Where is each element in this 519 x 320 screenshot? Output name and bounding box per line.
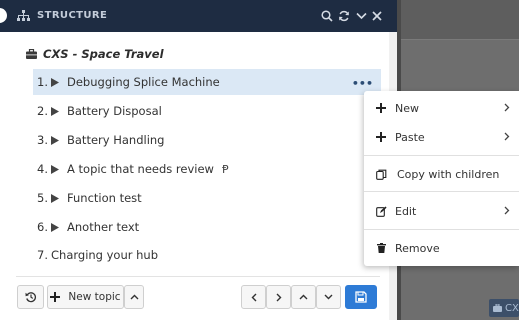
move-down-button[interactable] <box>316 285 341 309</box>
save-icon <box>355 291 367 303</box>
tree-root-label: CXS - Space Travel <box>43 47 164 61</box>
copy-icon <box>375 168 387 180</box>
footer-divider <box>16 276 380 277</box>
plus-icon <box>375 102 387 114</box>
chevron-up-icon <box>130 294 138 300</box>
background-chip-label: CX <box>505 302 519 314</box>
more-actions-icon[interactable]: ••• <box>352 77 373 90</box>
menu-item-paste[interactable]: Paste <box>364 124 519 150</box>
expand-arrow-icon[interactable] <box>51 135 63 145</box>
chevron-down-icon <box>355 12 367 20</box>
avatar[interactable] <box>0 8 7 23</box>
review-status-icon: Ᵽ <box>221 162 229 176</box>
tree-item-4[interactable]: 4. A topic that needs review Ᵽ <box>33 156 381 182</box>
panel-title: STRUCTURE <box>37 10 108 21</box>
refresh-button[interactable] <box>336 8 352 24</box>
tree-item-label: Charging your hub <box>51 248 159 262</box>
refresh-icon <box>339 10 349 22</box>
menu-item-label: Paste <box>395 130 425 144</box>
context-menu: New Paste Copy with children Edit Remove <box>364 91 519 266</box>
menu-divider <box>364 229 519 230</box>
menu-item-new[interactable]: New <box>364 95 519 121</box>
expand-arrow-icon[interactable] <box>51 77 63 87</box>
chevron-left-icon <box>251 293 256 301</box>
menu-item-label: New <box>395 101 419 115</box>
plus-icon <box>50 292 61 302</box>
search-icon <box>321 10 333 22</box>
tree-item-number: 4. <box>37 162 48 176</box>
tree-item-number: 5. <box>37 191 48 205</box>
chevron-up-icon <box>299 294 308 300</box>
menu-item-remove[interactable]: Remove <box>364 235 519 261</box>
tree-item-label: Battery Handling <box>67 133 165 147</box>
chevron-right-icon <box>504 103 510 112</box>
briefcase-icon <box>493 304 502 312</box>
menu-divider <box>364 155 519 156</box>
tree-item-number: 1. <box>37 75 48 89</box>
history-icon <box>25 292 36 303</box>
background-topbar <box>397 0 519 40</box>
move-up-button[interactable] <box>291 285 316 309</box>
menu-divider <box>364 191 519 192</box>
collapse-button[interactable] <box>353 8 369 24</box>
tree-item-6[interactable]: 6. Another text <box>33 214 381 240</box>
sitemap-icon <box>17 10 30 21</box>
close-button[interactable] <box>369 8 385 24</box>
expand-arrow-icon[interactable] <box>51 193 63 203</box>
tree-item-label: A topic that needs review <box>67 162 214 176</box>
chevron-right-icon <box>276 293 281 301</box>
tree-item-number: 6. <box>37 220 48 234</box>
move-right-button[interactable] <box>266 285 291 309</box>
tree-item-5[interactable]: 5. Function test <box>33 185 381 211</box>
chevron-right-icon <box>504 206 510 215</box>
chevron-right-icon <box>504 132 510 141</box>
new-topic-label: New topic <box>68 291 121 303</box>
expand-arrow-icon[interactable] <box>51 164 63 174</box>
menu-item-label: Edit <box>395 204 417 218</box>
tree-item-number: 2. <box>37 104 48 118</box>
tree-item-label: Debugging Splice Machine <box>67 75 220 89</box>
close-icon <box>372 11 382 21</box>
tree-item-number: 7. <box>37 248 48 262</box>
chevron-down-icon <box>324 294 333 300</box>
move-left-button[interactable] <box>241 285 266 309</box>
trash-icon <box>375 242 387 254</box>
tree-item-label: Function test <box>67 191 142 205</box>
tree-item-7[interactable]: 7. Charging your hub <box>33 242 381 268</box>
expand-arrow-icon[interactable] <box>51 106 63 116</box>
save-button[interactable] <box>345 285 377 309</box>
panel-header: STRUCTURE <box>0 0 397 32</box>
new-topic-button[interactable]: New topic <box>47 285 124 309</box>
menu-item-copy-with-children[interactable]: Copy with children <box>364 161 519 187</box>
new-topic-options-button[interactable] <box>124 285 144 309</box>
menu-item-label: Remove <box>395 241 440 255</box>
plus-icon <box>375 131 387 143</box>
tree-item-label: Another text <box>67 220 140 234</box>
tree-item-3[interactable]: 3. Battery Handling <box>33 127 381 153</box>
menu-item-label: Copy with children <box>397 167 500 181</box>
edit-icon <box>375 205 387 217</box>
tree-item-number: 3. <box>37 133 48 147</box>
tree-root[interactable]: CXS - Space Travel <box>26 47 164 61</box>
tree-item-2[interactable]: 2. Battery Disposal <box>33 98 381 124</box>
search-button[interactable] <box>319 8 335 24</box>
menu-item-edit[interactable]: Edit <box>364 198 519 224</box>
background-chip: CX <box>489 299 519 317</box>
briefcase-icon <box>26 49 37 59</box>
history-button[interactable] <box>17 285 44 309</box>
tree-item-1[interactable]: 1. Debugging Splice Machine ••• <box>33 69 381 95</box>
expand-arrow-icon[interactable] <box>51 222 63 232</box>
tree-item-label: Battery Disposal <box>67 104 162 118</box>
structure-panel: STRUCTURE CXS - Space Travel 1. Debuggin… <box>0 0 397 320</box>
